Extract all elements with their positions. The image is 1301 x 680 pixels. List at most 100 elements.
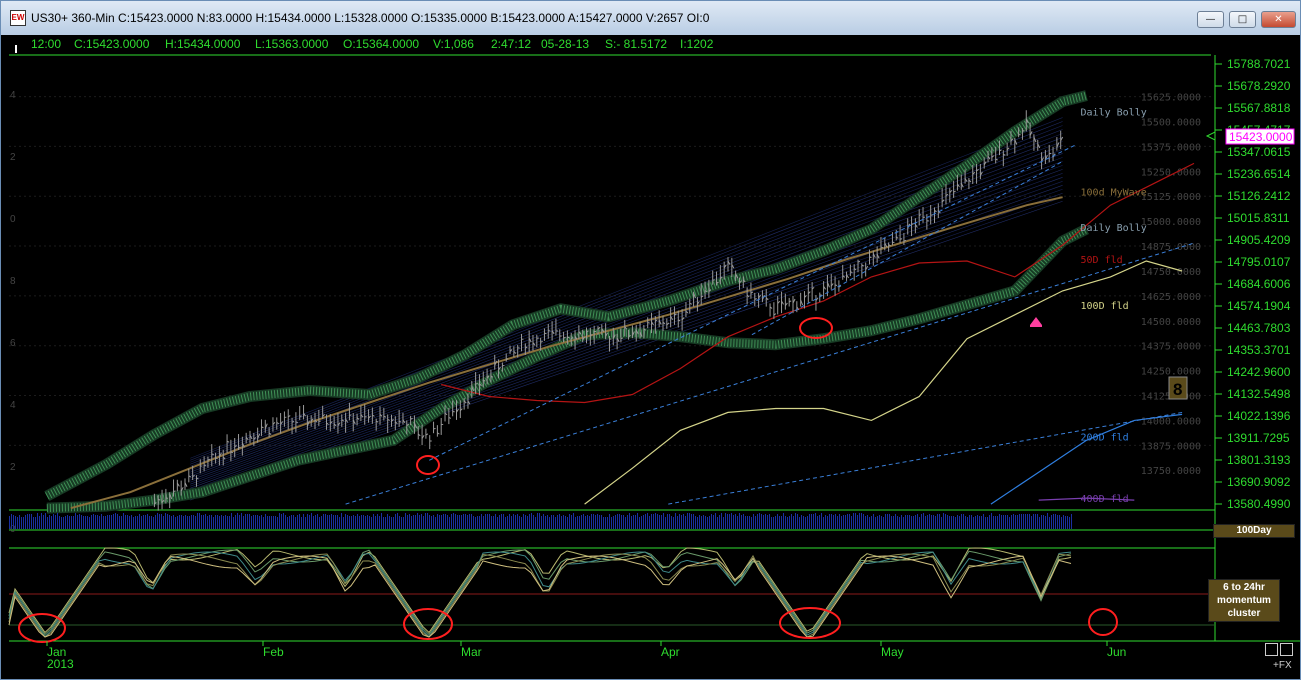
volume-bar — [127, 515, 128, 529]
dashed-trendline — [345, 242, 1195, 505]
volume-bar — [855, 513, 856, 529]
volume-bar — [119, 516, 120, 529]
chart-window: EW US30+ 360-Min C:15423.0000 N:83.0000 … — [0, 0, 1301, 680]
volume-bar — [799, 517, 800, 529]
volume-bar — [713, 515, 714, 529]
volume-bar — [609, 514, 610, 529]
volume-bar — [525, 515, 526, 529]
volume-bar — [835, 514, 836, 529]
volume-bar — [299, 514, 300, 529]
volume-bar — [409, 514, 410, 529]
volume-bar — [903, 517, 904, 529]
volume-bar — [791, 514, 792, 529]
volume-bar — [845, 515, 846, 529]
volume-bar — [839, 514, 840, 529]
volume-bar — [761, 514, 762, 529]
volume-bar — [967, 517, 968, 529]
price-bar-close-tick — [857, 261, 861, 263]
volume-bar — [635, 515, 636, 529]
volume-bar — [273, 516, 274, 529]
volume-bar — [847, 514, 848, 529]
bollinger-bands — [44, 90, 1089, 514]
volume-bar — [75, 513, 76, 529]
volume-bar — [763, 515, 764, 529]
volume-bar — [749, 516, 750, 529]
volume-bar — [705, 516, 706, 529]
volume-bar — [235, 515, 236, 529]
volume-bar — [939, 514, 940, 529]
volume-bar — [245, 514, 246, 529]
volume-bar — [901, 515, 902, 529]
volume-bar — [31, 514, 32, 529]
volume-bar — [351, 516, 352, 529]
volume-bar — [681, 515, 682, 529]
volume-bar — [999, 514, 1000, 529]
volume-bar — [363, 515, 364, 529]
volume-bar — [373, 514, 374, 529]
volume-bar — [543, 514, 544, 529]
volume-bar — [753, 514, 754, 529]
volume-bar — [927, 515, 928, 529]
volume-bar — [227, 516, 228, 529]
volume-bar — [733, 515, 734, 529]
fx-label[interactable]: +FX — [1273, 660, 1292, 671]
volume-bar — [1017, 515, 1018, 529]
volume-bar — [221, 515, 222, 529]
volume-bar — [15, 516, 16, 529]
price-tick-label: 13801.3193 — [1227, 453, 1291, 467]
price-bar-close-tick — [647, 322, 650, 324]
price-bar-close-tick — [399, 420, 402, 423]
volume-bar — [687, 513, 688, 529]
price-bar-close-tick — [567, 336, 570, 339]
volume-bar — [319, 517, 320, 529]
price-chart[interactable]: 15625.0000 15500.0000 15375.0000 15250.0000… — [1, 1, 1300, 679]
volume-bar — [755, 516, 756, 529]
volume-bar — [867, 515, 868, 529]
volume-bar — [133, 517, 134, 529]
volume-bar — [287, 517, 288, 529]
volume-bar — [113, 514, 114, 529]
price-tick-label: 14795.0107 — [1227, 255, 1291, 269]
volume-bar — [809, 514, 810, 529]
volume-bar — [531, 513, 532, 529]
volume-bar — [861, 513, 862, 529]
volume-bar — [499, 515, 500, 529]
volume-bar — [593, 514, 594, 529]
series-line-200d-fld — [990, 413, 1183, 505]
volume-bar — [685, 516, 686, 529]
volume-bar — [427, 513, 428, 529]
volume-bar — [367, 515, 368, 529]
volume-bar — [185, 515, 186, 529]
volume-bar — [801, 515, 802, 529]
volume-bar — [171, 516, 172, 529]
volume-bar — [91, 515, 92, 529]
volume-bar — [271, 516, 272, 529]
volume-bar — [665, 517, 666, 529]
volume-bar — [1003, 515, 1004, 529]
volume-bar — [735, 514, 736, 529]
inner-level-label: 15375.0000 — [1141, 142, 1201, 153]
volume-bar — [717, 517, 718, 529]
volume-bar — [401, 517, 402, 529]
volume-bar — [859, 513, 860, 529]
layout-icon-1[interactable] — [1265, 643, 1278, 656]
volume-bar — [23, 517, 24, 529]
volume-bar — [683, 514, 684, 529]
volume-bar — [1063, 515, 1064, 529]
volume-bar — [917, 514, 918, 529]
volume-bar — [745, 516, 746, 529]
volume-bar — [311, 513, 312, 529]
volume-bar — [899, 517, 900, 529]
volume-bar — [559, 514, 560, 529]
volume-bar — [871, 516, 872, 529]
volume-bar — [19, 515, 20, 529]
volume-bar — [415, 515, 416, 529]
volume-bar — [455, 514, 456, 529]
volume-bar — [11, 514, 12, 529]
momentum-line — [8, 547, 1072, 634]
volume-bar — [1055, 514, 1056, 529]
volume-bar — [167, 514, 168, 529]
layout-icon-2[interactable] — [1280, 643, 1293, 656]
volume-bar — [565, 516, 566, 529]
volume-bar — [435, 517, 436, 529]
